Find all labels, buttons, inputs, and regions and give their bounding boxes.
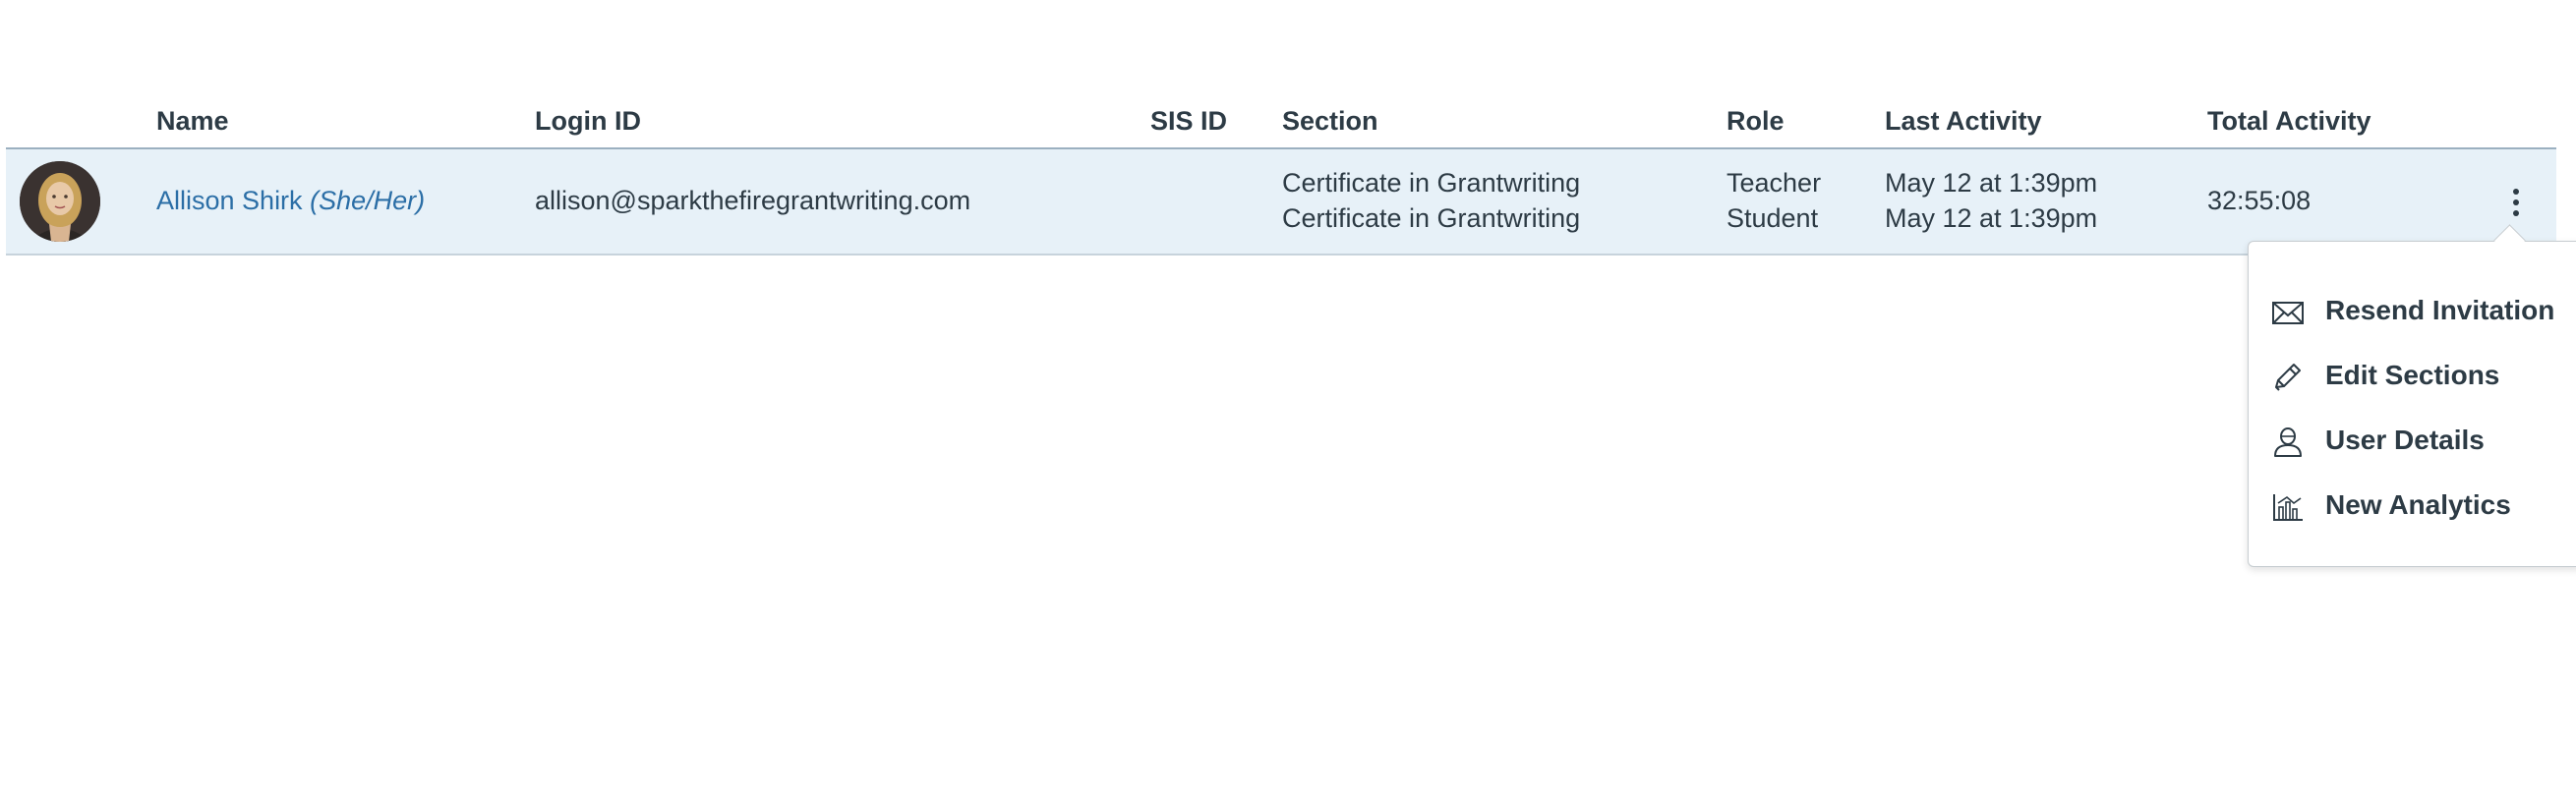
user-name: Allison Shirk [156,186,303,215]
column-header-role[interactable]: Role [1727,106,1785,137]
menu-item-new-analytics[interactable]: New Analytics [2249,480,2576,531]
menu-item-label: Resend Invitation [2325,295,2555,325]
total-activity: 32:55:08 [2207,186,2312,215]
analytics-icon [2273,494,2303,521]
user-name-cell: Allison Shirk (She/Her) [156,183,425,218]
role-1: Teacher [1727,168,1822,198]
section-1: Certificate in Grantwriting [1282,168,1581,198]
column-header-name[interactable]: Name [156,106,229,137]
column-header-login-id[interactable]: Login ID [535,106,641,137]
pencil-icon [2275,364,2301,391]
menu-item-user-details[interactable]: User Details [2249,415,2576,466]
column-header-section[interactable]: Section [1282,106,1378,137]
user-icon [2274,427,2302,457]
user-name-link[interactable]: Allison Shirk (She/Her) [156,186,425,215]
column-header-total-activity[interactable]: Total Activity [2207,106,2371,137]
last-activity-1: May 12 at 1:39pm [1885,168,2098,198]
menu-item-label: Edit Sections [2325,360,2500,390]
login-id: allison@sparkthefiregrantwriting.com [535,186,971,215]
column-header-last-activity[interactable]: Last Activity [1885,106,2042,137]
kebab-dot [2513,210,2519,216]
menu-item-resend-invitation[interactable]: Resend Invitation [2249,285,2576,336]
menu-item-label: New Analytics [2325,489,2511,520]
section-2: Certificate in Grantwriting [1282,203,1581,233]
avatar[interactable] [20,161,100,242]
user-options-menu: Resend Invitation Edit Sections User Det… [2248,241,2576,567]
user-pronouns: (She/Her) [310,186,426,215]
menu-item-label: User Details [2325,425,2485,455]
table-header-row: Name Login ID SIS ID Section Role Last A… [6,98,2556,149]
more-options-button[interactable] [2501,183,2531,222]
envelope-icon [2272,302,2304,324]
role-2: Student [1727,203,1819,233]
column-header-sis-id[interactable]: SIS ID [1150,106,1227,137]
table-row: Allison Shirk (She/Her) allison@sparkthe… [6,149,2556,256]
kebab-dot [2513,189,2519,195]
kebab-dot [2513,199,2519,205]
last-activity-2: May 12 at 1:39pm [1885,203,2098,233]
user-photo-icon [20,161,100,242]
menu-item-edit-sections[interactable]: Edit Sections [2249,350,2576,401]
